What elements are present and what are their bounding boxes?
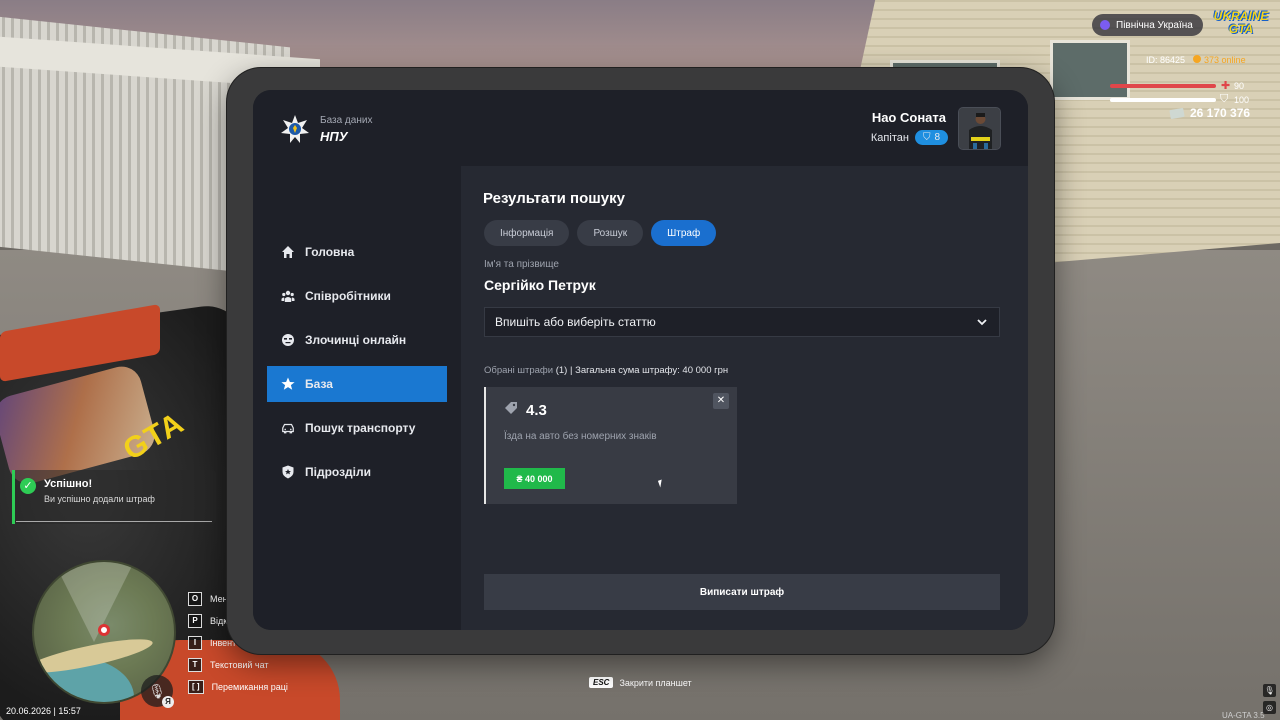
sidebar-item-label: Головна — [305, 245, 355, 259]
shield-icon — [281, 465, 295, 479]
toast-title: Успішно! — [44, 478, 93, 490]
armor-value: 100 — [1234, 95, 1250, 105]
tab-info[interactable]: Інформація — [484, 220, 570, 246]
building-window — [1050, 40, 1130, 100]
health-icon: ✚ — [1221, 80, 1231, 92]
region-label: Північна Україна — [1116, 19, 1193, 31]
summary-total: | Загальна сума штрафу: 40 000 грн — [569, 365, 729, 376]
star-icon — [281, 377, 295, 391]
armor-bar — [1110, 98, 1216, 102]
money-value: 26 170 376 — [1190, 106, 1251, 120]
home-icon — [281, 245, 295, 259]
police-badge-icon — [280, 114, 310, 144]
mic-small-icon[interactable]: 🎙 — [1263, 684, 1276, 697]
avatar — [958, 107, 1001, 150]
toast-accent — [12, 470, 15, 524]
fines-summary: Обрані штрафи (1) | Загальна сума штрафу… — [484, 365, 728, 376]
gps-icon[interactable]: ◎ — [1263, 701, 1276, 714]
fine-code: 4.3 — [526, 401, 547, 419]
sidebar-item-units[interactable]: Підрозділи — [267, 454, 447, 490]
person-name: Сергійко Петрук — [484, 277, 596, 293]
tab-fine[interactable]: Штраф — [651, 220, 717, 246]
check-icon: ✓ — [20, 478, 36, 494]
sidebar: База даних НПУ Головна Співробітники Зло… — [253, 90, 461, 630]
rank-shield-icon: ⛉ — [922, 132, 931, 143]
tag-icon — [504, 401, 518, 419]
esc-label: Закрити планшет — [619, 677, 692, 688]
sidebar-item-label: Пошук транспорту — [305, 421, 416, 435]
mouse-cursor-icon — [657, 479, 665, 488]
summary-label: Обрані штрафи — [484, 365, 554, 376]
rank-label: Капітан — [870, 131, 909, 144]
player-id: ID: 86425 — [1146, 55, 1186, 65]
rank-badge: ⛉ 8 — [914, 130, 948, 145]
fine-description: Їзда на авто без номерних знаків — [504, 431, 657, 442]
sidebar-item-criminals[interactable]: Злочинці онлайн — [267, 322, 447, 358]
online-icon — [1193, 55, 1202, 63]
officer-rank: Капітан ⛉ 8 — [871, 130, 948, 145]
rank-level: 8 — [934, 132, 940, 143]
date-time: 20.06.2026 | 15:57 — [6, 706, 81, 716]
online-count: 373 online — [1193, 55, 1246, 65]
key-hint: [ ] Перемикання раці — [188, 676, 288, 698]
toast-progress — [16, 521, 212, 522]
criminal-icon — [281, 333, 295, 347]
player-marker-icon — [98, 624, 110, 636]
page-title: Результати пошуку — [483, 190, 625, 207]
health-value: 90 — [1234, 81, 1245, 91]
fine-amount: ₴ 40 000 — [504, 468, 565, 489]
brand-title: НПУ — [320, 128, 348, 144]
users-icon — [281, 289, 295, 303]
discord-icon — [1100, 20, 1110, 30]
car-icon — [281, 421, 295, 435]
health-bar — [1110, 84, 1216, 88]
sidebar-item-label: Підрозділи — [305, 465, 371, 479]
esc-key: ESC — [589, 677, 614, 688]
close-icon[interactable]: ✕ — [713, 393, 729, 409]
fine-article: 4.3 — [504, 401, 547, 419]
voice-indicator: Я — [162, 696, 174, 708]
minimap-view-cone — [54, 562, 134, 642]
sidebar-item-label: Співробітники — [305, 289, 391, 303]
issue-fine-button[interactable]: Виписати штраф — [484, 574, 1000, 610]
sidebar-item-home[interactable]: Головна — [267, 234, 447, 270]
close-tablet-hint: ESC Закрити планшет — [589, 677, 692, 688]
fine-card: ✕ 4.3 Їзда на авто без номерних знаків ₴… — [484, 387, 737, 504]
sidebar-nav: Головна Співробітники Злочинці онлайн Ба… — [267, 234, 447, 498]
tablet-header: Нао Соната Капітан ⛉ 8 — [461, 90, 1028, 166]
search-results-panel: Результати пошуку Інформація Розшук Штра… — [461, 166, 1028, 630]
sidebar-item-vehicle-search[interactable]: Пошук транспорту — [267, 410, 447, 446]
tablet-screen: База даних НПУ Головна Співробітники Зло… — [253, 90, 1028, 630]
tab-wanted[interactable]: Розшук — [577, 220, 644, 246]
officer-name: Нао Соната — [871, 110, 946, 125]
sidebar-item-label: Злочинці онлайн — [305, 333, 407, 347]
player-info: ID: 86425 373 online — [1146, 55, 1246, 65]
brand-subtitle: База даних — [320, 114, 373, 126]
key-hint: T Текстовий чат — [188, 654, 288, 676]
brand: База даних НПУ — [280, 114, 372, 144]
money-display: 26 170 376 — [1169, 106, 1251, 120]
server-logo: UKRAINE GTA — [1213, 9, 1269, 36]
tabs: Інформація Розшук Штраф — [484, 220, 717, 246]
sidebar-item-database[interactable]: База — [267, 366, 447, 402]
article-select[interactable]: Впишіть або виберіть статтю — [484, 307, 1000, 337]
name-label: Ім'я та прізвище — [484, 259, 559, 270]
success-toast: Успішно! Ви успішно додали штраф — [12, 470, 216, 524]
money-icon — [1169, 107, 1185, 119]
version-label: UA-GTA 3.5 — [1222, 711, 1265, 720]
toast-text: Ви успішно додали штраф — [44, 494, 155, 504]
chevron-down-icon — [977, 315, 987, 329]
region-badge: Північна Україна — [1092, 14, 1203, 36]
article-select-placeholder: Впишіть або виберіть статтю — [495, 315, 656, 329]
sidebar-item-employees[interactable]: Співробітники — [267, 278, 447, 314]
corner-icons: 🎙 ◎ — [1263, 684, 1276, 714]
summary-count: (1) — [555, 365, 568, 376]
sidebar-item-label: База — [305, 377, 333, 391]
armor-icon: ⛉ — [1220, 93, 1229, 105]
